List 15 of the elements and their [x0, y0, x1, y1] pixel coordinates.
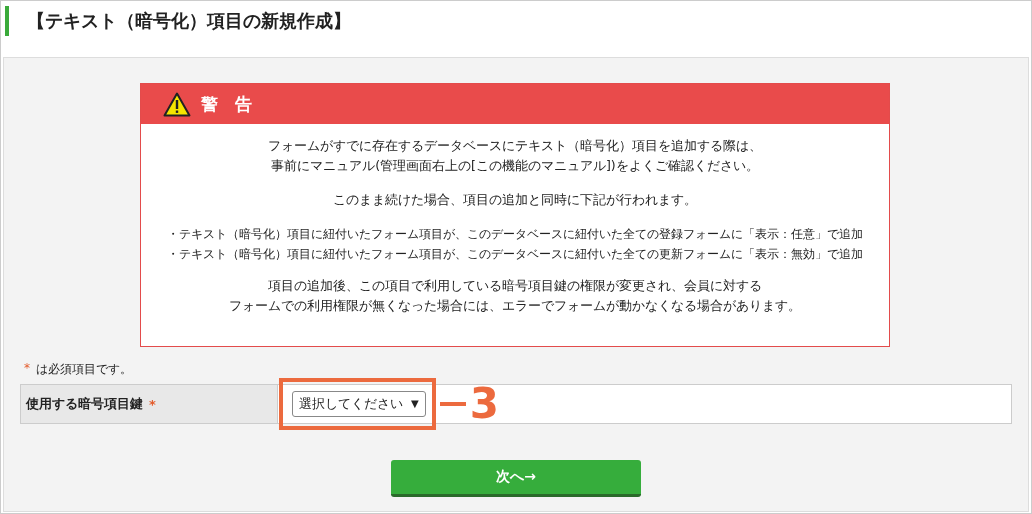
title-accent-bar: [5, 6, 9, 36]
warning-text: 項目の追加後、この項目で利用している暗号項目鍵の権限が変更され、会員に対する フォームでの利用権限が無くなった場合には、エラーでフォームが動かなくなる場合があります。: [228, 277, 802, 315]
key-select[interactable]: 選択してください ▼: [292, 391, 426, 417]
warning-bullet: ・テキスト（暗号化）項目に紐付いたフォーム項目が、このデータベースに紐付いた全ての登録フォームに「表示：任意」で追加: [166, 226, 864, 243]
warning-icon: [163, 91, 191, 117]
field-label: 使用する暗号項目鍵: [26, 395, 143, 413]
required-mark: *: [24, 361, 30, 377]
warning-text: このまま続けた場合、項目の追加と同時に下記が行われます。: [332, 191, 698, 209]
warning-bullet: ・テキスト（暗号化）項目に紐付いたフォーム項目が、このデータベースに紐付いた全ての更新フォームに「表示：無効」で追加: [166, 246, 864, 263]
warning-title: 警 告: [201, 92, 252, 116]
required-note: は必須項目です。: [36, 361, 132, 378]
page-title: 【テキスト（暗号化）項目の新規作成】: [27, 9, 351, 33]
warning-text: フォームがすでに存在するデータベースにテキスト（暗号化）項目を追加する際は、 事前にマニュアル(管理画面右上の[この機能のマニュアル])をよくご確認ください。: [267, 137, 763, 175]
annotation-number: 3: [469, 384, 499, 424]
required-mark: *: [149, 396, 156, 412]
